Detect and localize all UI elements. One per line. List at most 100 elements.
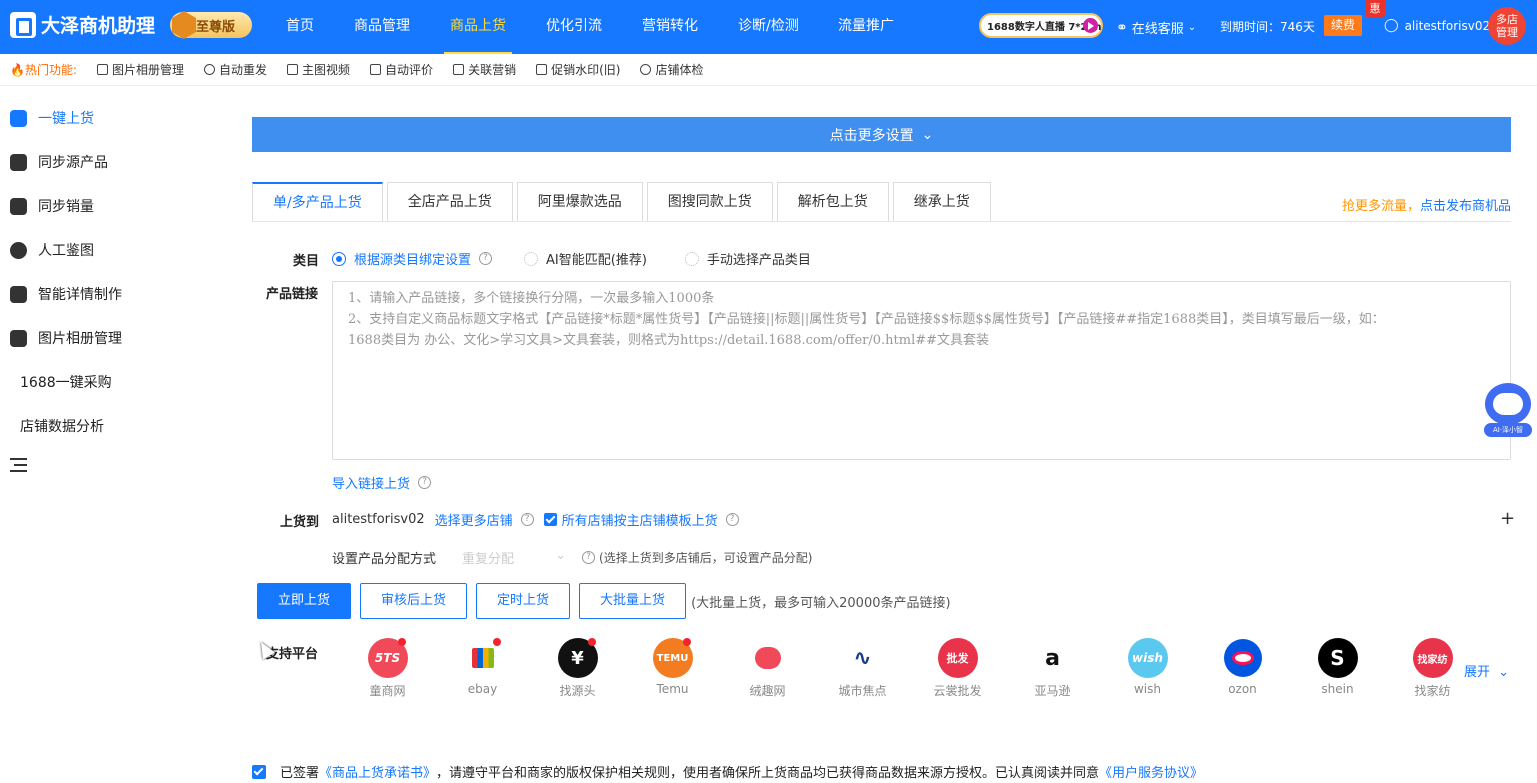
sidebar-item-shop-analysis[interactable]: 店铺数据分析 <box>0 404 240 448</box>
user-icon: ◯ <box>1384 18 1399 33</box>
radio-source-category[interactable] <box>332 251 346 266</box>
help-icon[interactable]: ? <box>725 513 739 526</box>
platform-zhaoyuantou[interactable]: ¥ 找源头 <box>530 638 625 699</box>
app-logo[interactable]: 大泽商机助理 <box>10 11 155 38</box>
sidebar-item-sync-sales[interactable]: 同步销量 <box>0 184 240 228</box>
radio-ai-match-label[interactable]: AI智能匹配(推荐) <box>546 249 647 268</box>
tab-whole-shop[interactable]: 全店产品上货 <box>386 182 513 221</box>
expand-platforms-button[interactable]: 展开 ⌄ <box>1464 661 1509 680</box>
platform-chengshi[interactable]: ∿ 城市焦点 <box>815 638 910 699</box>
promo-link[interactable]: 抢更多流量，点击发布商机品 <box>1342 195 1511 214</box>
distribution-select[interactable]: 重复分配 ⌄ <box>462 548 566 567</box>
platform-shein[interactable]: Sshein <box>1290 638 1385 699</box>
agreement-checkbox[interactable] <box>252 764 266 779</box>
sidebar-item-sync-source[interactable]: 同步源产品 <box>0 140 240 184</box>
link-icon <box>453 64 465 75</box>
upload-commitment-link[interactable]: 《商品上货承诺书》 <box>319 762 436 781</box>
help-icon[interactable]: ? <box>520 513 534 526</box>
promo-link-text[interactable]: 点击发布商机品 <box>1420 199 1511 214</box>
distribution-row: 设置产品分配方式 重复分配 ⌄ ? (选择上货到多店铺后，可设置产品分配) <box>332 548 812 567</box>
distribution-select-value: 重复分配 <box>462 552 515 567</box>
yunshang-icon: 批发 <box>937 638 978 678</box>
sidebar-item-manual-review[interactable]: 人工鉴图 <box>0 228 240 272</box>
rongqu-icon <box>748 638 788 678</box>
radio-source-category-label[interactable]: 根据源类目绑定设置 <box>354 249 471 268</box>
online-service[interactable]: ⚭ 在线客服 ⌄ <box>1116 18 1196 38</box>
live-stream-badge[interactable]: 1688数字人直播 7*24h <box>979 13 1103 38</box>
nav-product-upload[interactable]: 商品上货 <box>444 0 512 54</box>
hot-item-main-video[interactable]: 主图视频 <box>287 61 350 78</box>
nav-product-management[interactable]: 商品管理 <box>354 0 410 54</box>
product-link-label: 产品链接 <box>266 287 319 302</box>
collapse-sidebar-icon[interactable] <box>10 458 27 472</box>
headset-icon: ⚭ <box>1116 19 1128 36</box>
nav-home[interactable]: 首页 <box>286 0 314 54</box>
nav-marketing-conversion[interactable]: 营销转化 <box>642 0 698 54</box>
add-icon[interactable]: + <box>1500 510 1515 528</box>
more-settings-button[interactable]: 点击更多设置 ⌄ <box>252 117 1511 152</box>
hot-item-watermark[interactable]: 促销水印(旧) <box>536 61 620 78</box>
radio-manual-category[interactable] <box>684 251 699 266</box>
sync-icon <box>10 153 27 171</box>
shop-selection-row: alitestforisv02 选择更多店铺 ? 所有店铺按主店铺模板上货 ? <box>332 510 739 529</box>
radio-manual-category-label[interactable]: 手动选择产品类目 <box>707 249 811 268</box>
play-icon <box>1083 18 1098 33</box>
distribution-label: 设置产品分配方式 <box>332 552 437 567</box>
upload-after-review-button[interactable]: 审核后上货 <box>360 583 468 619</box>
tab-ali-hot[interactable]: 阿里爆款选品 <box>516 182 643 221</box>
hot-item-auto-review[interactable]: 自动评价 <box>370 61 433 78</box>
sidebar-item-album[interactable]: 图片相册管理 <box>0 316 240 360</box>
scheduled-upload-button[interactable]: 定时上货 <box>476 583 571 619</box>
import-link-upload[interactable]: 导入链接上货 ? <box>332 473 432 492</box>
tab-single-multi[interactable]: 单/多产品上货 <box>252 182 383 221</box>
help-icon[interactable]: ? <box>418 476 432 489</box>
template-checkbox-label[interactable]: 所有店铺按主店铺模板上货 <box>562 510 718 529</box>
nav-traffic-promotion[interactable]: 流量推广 <box>838 0 894 54</box>
hot-item-auto-repost[interactable]: 自动重发 <box>204 61 267 78</box>
hot-item-shop-check[interactable]: 店铺体检 <box>640 61 703 78</box>
agreement-prefix: 已签署 <box>280 766 320 781</box>
sidebar-item-1688-purchase[interactable]: 1688一键采购 <box>0 360 240 404</box>
user-agreement-link[interactable]: 《用户服务协议》 <box>1099 762 1203 781</box>
platform-wish[interactable]: wish wish <box>1100 638 1195 699</box>
platform-ozon[interactable]: ozon <box>1195 638 1290 699</box>
action-buttons: 立即上货 审核后上货 定时上货 大批量上货 (大批量上货，最多可输入20000条… <box>257 583 951 619</box>
distribution-hint: (选择上货到多店铺后，可设置产品分配) <box>599 551 813 565</box>
sidebar-item-smart-detail[interactable]: 智能详情制作 <box>0 272 240 316</box>
upload-now-button[interactable]: 立即上货 <box>257 583 352 619</box>
help-icon[interactable]: ? <box>582 551 596 564</box>
help-icon[interactable]: ? <box>479 252 493 265</box>
promo-text: 抢更多流量， <box>1341 199 1420 214</box>
ai-assistant-button[interactable]: AI·泽小智 <box>1484 383 1532 439</box>
tab-image-search[interactable]: 图搜同款上货 <box>646 182 773 221</box>
nav-diagnosis[interactable]: 诊断/检测 <box>738 0 799 54</box>
platform-amazon[interactable]: a 亚马逊 <box>1005 638 1100 699</box>
shein-icon: S <box>1317 638 1358 678</box>
choose-more-shops-link[interactable]: 选择更多店铺 <box>435 510 513 529</box>
platform-temu[interactable]: TEMU Temu <box>625 638 720 699</box>
tab-parse-package[interactable]: 解析包上货 <box>776 182 889 221</box>
user-account[interactable]: ◯ alitestforisv02 <box>1384 18 1490 33</box>
sidebar-item-one-click-upload[interactable]: 一键上货 <box>0 96 240 140</box>
template-checkbox[interactable] <box>543 513 557 526</box>
category-label: 类目 <box>293 254 320 269</box>
platform-tongshang[interactable]: 5TS 童商网 <box>340 638 435 699</box>
tab-inherit[interactable]: 继承上货 <box>892 182 991 221</box>
radio-ai-match[interactable] <box>524 251 539 266</box>
nav-traffic-optimization[interactable]: 优化引流 <box>546 0 602 54</box>
shop-name: alitestforisv02 <box>332 512 425 527</box>
hot-item-related-marketing[interactable]: 关联营销 <box>453 61 516 78</box>
image-icon <box>10 329 27 347</box>
placeholder-line-3: 1688类目为 办公、文化>学习文具>文具套装，则格式为https://deta… <box>348 333 990 348</box>
zhaojiafang-icon: 找家纺 <box>1412 638 1453 678</box>
platform-yunshang[interactable]: 批发 云裳批发 <box>910 638 1005 699</box>
renew-button[interactable]: 续费 <box>1324 15 1362 36</box>
multi-store-button[interactable]: 多店 管理 <box>1488 7 1526 45</box>
platform-ebay[interactable]: ebay <box>435 638 530 699</box>
platform-rongqu[interactable]: 绒趣网 <box>720 638 815 699</box>
hot-item-album[interactable]: 图片相册管理 <box>97 61 184 78</box>
import-link-label[interactable]: 导入链接上货 <box>332 473 410 492</box>
product-link-textarea[interactable]: 1、请输入产品链接，多个链接换行分隔，一次最多输入1000条 2、支持自定义商品… <box>332 281 1511 460</box>
bulk-upload-button[interactable]: 大批量上货 <box>579 583 687 619</box>
search-icon <box>10 241 27 259</box>
